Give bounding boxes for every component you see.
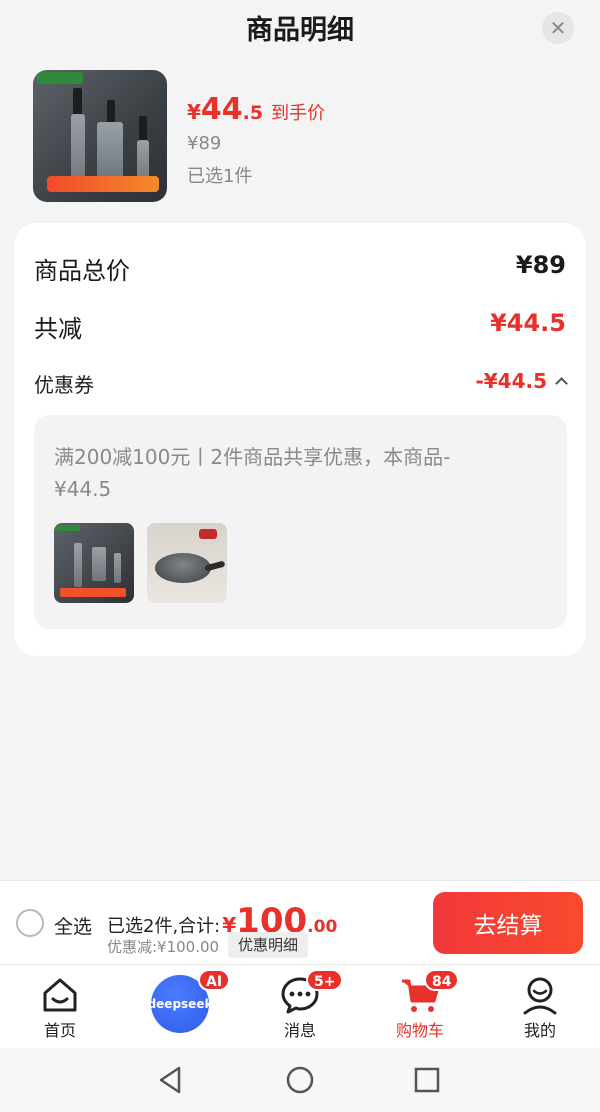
home-icon: [43, 978, 77, 1012]
deal-price: ¥ 44 .5 到手价: [187, 92, 326, 127]
price-breakdown-card: 商品总价 ¥89 共减 ¥44.5 优惠券 -¥44.5 满200减100元丨2…: [14, 223, 586, 656]
ai-badge: AI: [198, 969, 231, 991]
reduced-label: 共减: [34, 315, 82, 343]
cart-badge: 84: [424, 969, 460, 991]
coupon-value: -¥44.5: [475, 369, 547, 393]
total-price-value: ¥89: [515, 251, 566, 279]
coupon-description: 满200减100元丨2件商品共享优惠，本商品-¥44.5: [54, 445, 451, 501]
reduced-value: ¥44.5: [490, 309, 566, 337]
tab-mine[interactable]: 我的: [480, 965, 600, 1049]
checkout-bar: 全选 已选2件,合计: ¥ 100 .00 优惠减:¥100.00 优惠明细 去…: [0, 880, 600, 964]
close-icon: ✕: [549, 16, 567, 40]
total-price-label: 商品总价: [34, 257, 130, 285]
tab-deepseek[interactable]: deepseek AI: [120, 965, 240, 1049]
coupon-label: 优惠券: [34, 373, 94, 397]
chevron-up-icon: [555, 377, 568, 390]
coupon-detail-box: 满200减100元丨2件商品共享优惠，本商品-¥44.5: [34, 415, 567, 629]
tab-cart-label: 购物车: [395, 1021, 444, 1040]
product-thumbnail-pan[interactable]: [147, 523, 227, 603]
tab-mine-label: 我的: [523, 1021, 556, 1040]
tab-home-label: 首页: [43, 1021, 76, 1040]
select-all-radio[interactable]: [16, 909, 44, 937]
detail-sheet: 商品明细 ✕ ¥ 44 .5 到手价 ¥89 已选1件 商品总价 ¥89 共减 …: [0, 0, 600, 880]
back-icon[interactable]: [155, 1064, 187, 1096]
product-thumbnail-knives[interactable]: [54, 523, 134, 603]
deal-price-label: 到手价: [271, 103, 326, 124]
product-image: [33, 70, 167, 202]
recents-square-icon[interactable]: [411, 1064, 443, 1096]
original-price: ¥89: [187, 133, 222, 154]
sheet-title: 商品明细: [246, 15, 354, 46]
tab-messages-label: 消息: [283, 1021, 316, 1040]
messages-badge: 5+: [306, 969, 344, 991]
coupon-toggle[interactable]: -¥44.5: [475, 369, 568, 393]
system-navigation-bar: [0, 1048, 600, 1112]
bottom-tabbar: 首页 deepseek AI 5+ 消息 84 购物车 我的: [0, 964, 600, 1048]
tab-messages[interactable]: 5+ 消息: [240, 965, 360, 1049]
user-icon: [523, 977, 557, 1015]
selected-count: 已选1件: [187, 166, 253, 187]
checkout-button[interactable]: 去结算: [433, 892, 583, 954]
select-all-label[interactable]: 全选: [54, 912, 92, 939]
tab-home[interactable]: 首页: [0, 965, 120, 1049]
home-circle-icon[interactable]: [284, 1064, 316, 1096]
close-button[interactable]: ✕: [542, 12, 574, 44]
discount-text: 优惠减:¥100.00: [107, 938, 220, 956]
tab-cart[interactable]: 84 购物车: [360, 965, 480, 1049]
discount-detail-button[interactable]: 优惠明细: [228, 932, 309, 958]
